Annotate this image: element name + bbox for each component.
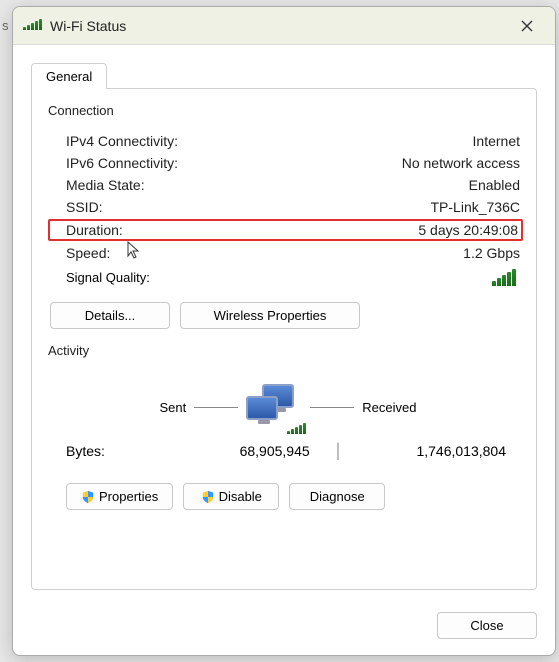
- properties-button-label: Properties: [99, 489, 158, 504]
- media-state-value: Enabled: [469, 177, 520, 193]
- properties-button[interactable]: Properties: [66, 483, 173, 510]
- disable-button[interactable]: Disable: [183, 483, 279, 510]
- computers-icon: [246, 384, 302, 430]
- duration-label: Duration:: [66, 222, 123, 238]
- media-state-row: Media State: Enabled: [48, 174, 520, 196]
- diagnose-button[interactable]: Diagnose: [289, 483, 385, 510]
- window-title: Wi-Fi Status: [50, 18, 509, 34]
- activity-diagram: Sent Received: [66, 384, 510, 430]
- shield-icon: [201, 490, 215, 504]
- dialog-footer: Close: [13, 602, 555, 655]
- media-state-label: Media State:: [66, 177, 145, 193]
- activity-group-header: Activity: [48, 343, 520, 360]
- ipv4-label: IPv4 Connectivity:: [66, 133, 178, 149]
- ssid-row: SSID: TP-Link_736C: [48, 196, 520, 218]
- cursor-icon: [126, 240, 142, 265]
- speed-value: 1.2 Gbps: [463, 245, 520, 261]
- bytes-divider: |: [330, 440, 347, 461]
- connection-label: Connection: [48, 103, 122, 118]
- ssid-value: TP-Link_736C: [431, 199, 521, 215]
- tab-strip: General: [13, 45, 555, 89]
- activity-label: Activity: [48, 343, 97, 358]
- speed-label: Speed:: [66, 245, 110, 261]
- details-button[interactable]: Details...: [50, 302, 170, 329]
- tab-general[interactable]: General: [31, 63, 107, 89]
- ipv6-label: IPv6 Connectivity:: [66, 155, 178, 171]
- wifi-status-dialog: Wi-Fi Status General Connection IPv4 Con…: [12, 6, 556, 656]
- signal-quality-label: Signal Quality:: [66, 270, 150, 285]
- activity-buttons: Properties Disable Diagnose: [66, 483, 510, 510]
- wifi-icon: [23, 18, 42, 33]
- duration-row-highlighted: Duration: 5 days 20:49:08: [48, 219, 523, 241]
- speed-row: Speed: 1.2 Gbps: [48, 242, 520, 264]
- connection-group-header: Connection: [48, 103, 520, 120]
- sent-label: Sent: [160, 400, 187, 415]
- bytes-received-value: 1,746,013,804: [346, 443, 510, 459]
- received-label: Received: [362, 400, 416, 415]
- close-icon[interactable]: [509, 12, 545, 40]
- connection-buttons: Details... Wireless Properties: [48, 302, 520, 329]
- signal-quality-row: Signal Quality:: [48, 264, 520, 290]
- ipv4-value: Internet: [473, 133, 520, 149]
- ssid-label: SSID:: [66, 199, 103, 215]
- signal-bars-icon: [492, 268, 516, 286]
- activity-body: Sent Received Bytes: 68,905,945 |: [48, 370, 520, 510]
- wireless-properties-button[interactable]: Wireless Properties: [180, 302, 360, 329]
- background-fragment: s: [2, 18, 9, 33]
- bytes-label: Bytes:: [66, 443, 150, 459]
- bytes-row: Bytes: 68,905,945 | 1,746,013,804: [66, 440, 510, 461]
- shield-icon: [81, 490, 95, 504]
- titlebar: Wi-Fi Status: [13, 7, 555, 45]
- sent-line: [194, 407, 238, 408]
- tab-content: Connection IPv4 Connectivity: Internet I…: [31, 88, 537, 590]
- bytes-sent-value: 68,905,945: [150, 443, 330, 459]
- ipv6-value: No network access: [402, 155, 520, 171]
- received-line: [310, 407, 354, 408]
- disable-button-label: Disable: [219, 489, 262, 504]
- ipv6-row: IPv6 Connectivity: No network access: [48, 152, 520, 174]
- duration-value: 5 days 20:49:08: [418, 222, 518, 238]
- close-button[interactable]: Close: [437, 612, 537, 639]
- ipv4-row: IPv4 Connectivity: Internet: [48, 130, 520, 152]
